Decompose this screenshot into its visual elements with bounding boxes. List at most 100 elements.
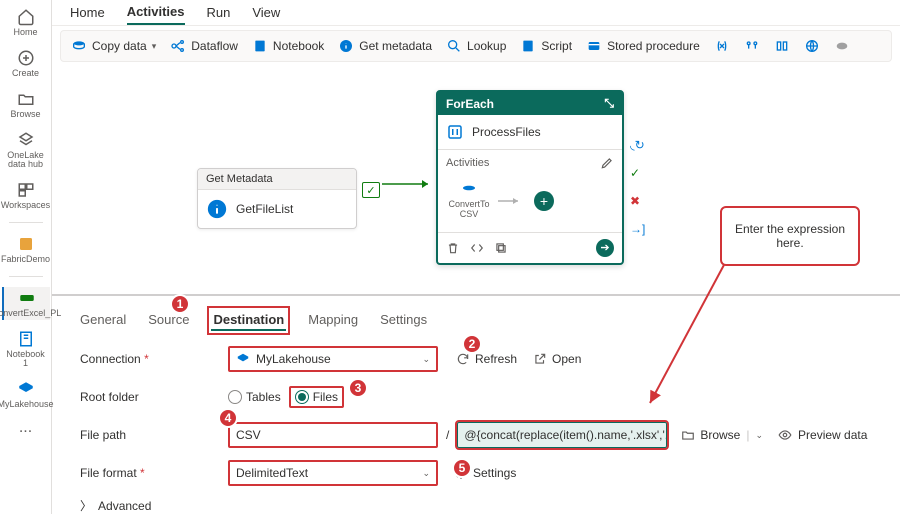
ribbon-get-metadata[interactable]: Get metadata: [338, 38, 432, 54]
label-connection: Connection *: [80, 352, 228, 366]
tab-general[interactable]: General: [80, 310, 126, 331]
side-icon[interactable]: →]: [630, 222, 644, 236]
copy-icon[interactable]: [494, 241, 508, 255]
side-icon[interactable]: ✓: [630, 166, 644, 180]
variable-icon: [714, 38, 730, 54]
chevron-down-icon: ▾: [152, 41, 157, 52]
arrow-icon: [496, 195, 526, 207]
row-file-format: File format * DelimitedText ⌄ Settings: [80, 459, 872, 487]
rail-workspaces[interactable]: Workspaces: [2, 179, 50, 212]
script-icon: [520, 38, 536, 54]
refresh-icon: [456, 352, 470, 366]
code-icon[interactable]: [470, 241, 484, 255]
ribbon-variable[interactable]: [714, 38, 730, 54]
generic-icon: [744, 38, 760, 54]
copy-data-icon: [71, 38, 87, 54]
success-indicator: ✓: [362, 182, 380, 198]
ribbon-copy-data[interactable]: Copy data ▾: [71, 38, 156, 54]
tab-run[interactable]: Run: [207, 1, 231, 24]
radio-files[interactable]: Files: [295, 390, 338, 404]
chevron-down-icon: ⌄: [422, 468, 430, 479]
annotation-badge-5: 5: [452, 458, 472, 478]
annotation-badge-2: 2: [462, 334, 482, 354]
browse-button[interactable]: Browse: [681, 428, 740, 442]
ribbon-label: Notebook: [273, 39, 324, 53]
open-icon: [533, 352, 547, 366]
info-icon: [338, 38, 354, 54]
run-icon[interactable]: ➔: [596, 239, 614, 257]
foreach-name: ProcessFiles: [472, 125, 541, 139]
ribbon-extra-2[interactable]: [774, 38, 790, 54]
activity-get-metadata[interactable]: Get Metadata GetFileList: [197, 168, 357, 229]
rail-mylakehouse[interactable]: MyLakehouse: [2, 378, 50, 411]
annotation-callout: Enter the expression here.: [720, 206, 860, 266]
open-button[interactable]: Open: [533, 352, 581, 366]
inner-activity[interactable]: ConvertTo CSV: [450, 182, 488, 220]
copy-icon: [459, 182, 479, 200]
side-icon[interactable]: ✖: [630, 194, 644, 208]
generic-icon: [834, 38, 850, 54]
edit-icon[interactable]: [600, 156, 614, 170]
foreach-title: ForEach: [446, 97, 494, 111]
ribbon-label: Lookup: [467, 39, 506, 53]
ribbon-dataflow[interactable]: Dataflow: [170, 38, 238, 54]
ribbon-extra-1[interactable]: [744, 38, 760, 54]
connector-arrow: [380, 174, 436, 194]
workspaces-icon: [17, 181, 35, 199]
chevron-right-icon: 〉: [80, 497, 92, 514]
label-file-format: File format *: [80, 466, 228, 480]
ribbon-notebook[interactable]: Notebook: [252, 38, 324, 54]
annotation-badge-4: 4: [218, 408, 238, 428]
tab-settings[interactable]: Settings: [380, 310, 427, 331]
delete-icon[interactable]: [446, 241, 460, 255]
rail-browse[interactable]: Browse: [2, 88, 50, 121]
ribbon-extra-4[interactable]: [834, 38, 850, 54]
activities-label: Activities: [446, 157, 489, 169]
main-area: Home Activities Run View Copy data ▾ Dat…: [52, 0, 900, 514]
ribbon-label: Script: [541, 39, 572, 53]
tab-activities[interactable]: Activities: [127, 0, 185, 25]
tab-destination[interactable]: Destination: [211, 310, 286, 331]
connection-select[interactable]: MyLakehouse ⌄: [228, 346, 438, 372]
label-file-path: File path: [80, 428, 228, 442]
side-icon[interactable]: ◟↻: [630, 138, 644, 152]
rail-create[interactable]: Create: [2, 47, 50, 80]
filename-expression-input[interactable]: @{concat(replace(item().name,'.xlsx','..…: [457, 422, 667, 448]
rail-divider: [9, 222, 43, 223]
search-icon: [446, 38, 462, 54]
top-tabs: Home Activities Run View: [52, 0, 900, 26]
path-separator: /: [446, 428, 449, 442]
rail-home[interactable]: Home: [2, 6, 50, 39]
rail-fabricdemo[interactable]: FabricDemo: [2, 233, 50, 266]
ribbon-web[interactable]: [804, 38, 820, 54]
rail-divider: [9, 276, 43, 277]
add-activity-button[interactable]: +: [534, 191, 554, 211]
sproc-icon: [586, 38, 602, 54]
chevron-down-icon[interactable]: ⌄: [755, 430, 763, 441]
ribbon-lookup[interactable]: Lookup: [446, 38, 506, 54]
rail-onelake[interactable]: OneLake data hub: [2, 129, 50, 171]
file-format-select[interactable]: DelimitedText ⌄: [228, 460, 438, 486]
foreach-icon: [446, 123, 464, 141]
radio-dot: [228, 390, 242, 404]
advanced-toggle[interactable]: 〉 Advanced: [80, 497, 872, 514]
preview-button[interactable]: Preview data: [777, 428, 867, 442]
rail-convert-pl[interactable]: ConvertExcel_PL: [2, 287, 50, 320]
preview-icon: [777, 428, 793, 442]
activity-foreach[interactable]: ForEach ⤡ ProcessFiles Activities Conver…: [436, 90, 624, 265]
rail-more[interactable]: ...: [19, 419, 32, 437]
minimap-icons: ◟↻ ✓ ✖ →]: [630, 138, 644, 236]
folder-input[interactable]: CSV: [228, 422, 438, 448]
refresh-button[interactable]: Refresh: [456, 352, 517, 366]
ribbon-script[interactable]: Script: [520, 38, 572, 54]
radio-tables[interactable]: Tables: [228, 390, 281, 404]
radio-files-group: Files: [289, 386, 344, 408]
tab-mapping[interactable]: Mapping: [308, 310, 358, 331]
rail-notebook1[interactable]: Notebook 1: [2, 328, 50, 370]
collapse-icon[interactable]: ⤡: [604, 96, 614, 111]
ribbon-stored-proc[interactable]: Stored procedure: [586, 38, 700, 54]
workspace-icon: [17, 235, 35, 253]
rail-label: FabricDemo: [1, 255, 50, 264]
tab-view[interactable]: View: [252, 1, 280, 24]
tab-home[interactable]: Home: [70, 1, 105, 24]
